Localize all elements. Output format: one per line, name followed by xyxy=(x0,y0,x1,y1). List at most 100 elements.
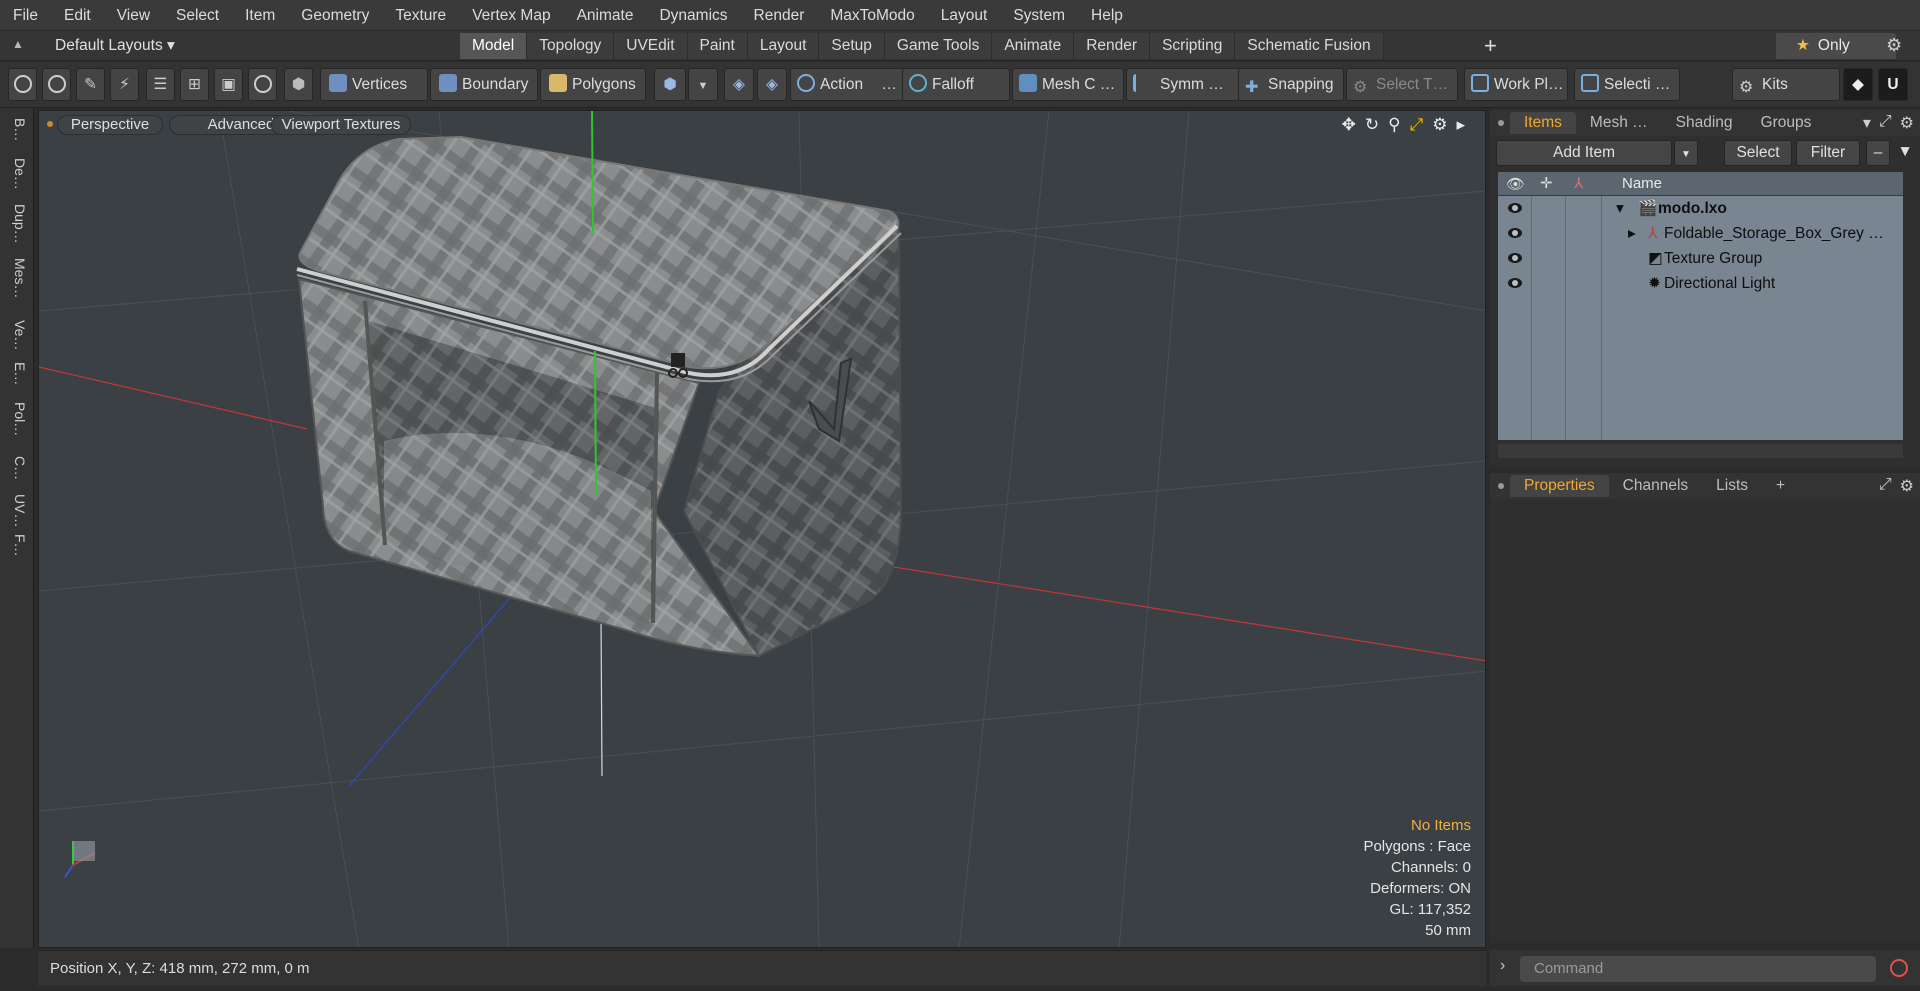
panel-gear-icon[interactable]: ⚙ xyxy=(1900,113,1914,133)
tab-model[interactable]: Model xyxy=(460,33,528,59)
menu-texture[interactable]: Texture xyxy=(382,0,459,31)
work-plane-button[interactable]: Work Pl… xyxy=(1464,68,1568,101)
grid-button[interactable]: ⊞ xyxy=(180,68,209,101)
strip-tab-fusion[interactable]: F… xyxy=(6,534,28,557)
tab-uvedit[interactable]: UVEdit xyxy=(614,33,688,59)
item-mode-button[interactable]: ⬢ xyxy=(654,68,686,101)
type-column-icon[interactable]: ⅄ xyxy=(1574,174,1583,192)
collapse-list-button[interactable]: – xyxy=(1866,140,1890,166)
polygons-button[interactable]: Polygons xyxy=(540,68,646,101)
menu-select[interactable]: Select xyxy=(163,0,232,31)
globe-button[interactable] xyxy=(42,68,71,101)
expand-scene-icon[interactable]: ▾ xyxy=(1616,196,1624,221)
tab-lists[interactable]: Lists xyxy=(1702,475,1762,497)
menu-geometry[interactable]: Geometry xyxy=(288,0,382,31)
add-item-dropdown[interactable]: ▼ xyxy=(1674,140,1698,166)
command-input[interactable]: Command xyxy=(1520,956,1876,982)
menu-item[interactable]: Item xyxy=(232,0,288,31)
gear-icon[interactable]: ⚙ xyxy=(1886,35,1902,56)
tab-render[interactable]: Render xyxy=(1074,33,1151,59)
symmetry-button[interactable]: Symm … xyxy=(1126,68,1240,101)
arc-button[interactable] xyxy=(248,68,277,101)
menu-maxtomodo[interactable]: MaxToModo xyxy=(817,0,927,31)
default-layouts-dropdown[interactable]: Default Layouts ▾ xyxy=(55,31,175,61)
tab-channels[interactable]: Channels xyxy=(1609,475,1703,497)
panel-menu-dot[interactable] xyxy=(1498,483,1504,489)
select-through-button[interactable]: ⚙ Select T… xyxy=(1346,68,1458,101)
maximize-icon[interactable]: ⤢ xyxy=(1410,115,1424,135)
strip-tab-duplicate[interactable]: Dup… xyxy=(6,204,28,244)
eye-icon[interactable] xyxy=(1508,228,1522,238)
mesh-constraint-button[interactable]: Mesh C … xyxy=(1012,68,1124,101)
strip-tab-mesh[interactable]: Mes… xyxy=(6,258,28,298)
only-button[interactable]: ★ Only xyxy=(1776,33,1896,59)
tab-topology[interactable]: Topology xyxy=(527,33,615,59)
vertices-button[interactable]: Vertices xyxy=(320,68,428,101)
menu-help[interactable]: Help xyxy=(1078,0,1136,31)
select-button[interactable]: Select xyxy=(1724,140,1792,166)
shield-button[interactable]: ◈ xyxy=(724,68,754,101)
menu-edit[interactable]: Edit xyxy=(51,0,104,31)
zoom-icon[interactable]: ⚲ xyxy=(1388,115,1400,135)
record-macro-icon[interactable] xyxy=(1890,959,1908,977)
strip-tab-b[interactable]: B… xyxy=(6,118,28,141)
strip-tab-curve[interactable]: C… xyxy=(6,456,28,480)
strip-tab-edge[interactable]: E… xyxy=(6,362,28,385)
chevron-down-icon[interactable]: ▾ xyxy=(1863,113,1871,133)
eye-icon[interactable] xyxy=(1508,253,1522,263)
select-mode-button[interactable] xyxy=(8,68,37,101)
boundary-button[interactable]: Boundary xyxy=(430,68,538,101)
brush-button[interactable]: ⚡ xyxy=(110,68,139,101)
strip-tab-vertex[interactable]: Ve… xyxy=(6,320,28,350)
add-item-button[interactable]: Add Item xyxy=(1496,140,1672,166)
menu-system[interactable]: System xyxy=(1000,0,1078,31)
tab-setup[interactable]: Setup xyxy=(819,33,885,59)
rotate-icon[interactable]: ↻ xyxy=(1365,115,1379,135)
menu-render[interactable]: Render xyxy=(741,0,818,31)
tab-schematic-fusion[interactable]: Schematic Fusion xyxy=(1235,33,1384,59)
kits-button[interactable]: ⚙ Kits xyxy=(1732,68,1840,101)
tab-scripting[interactable]: Scripting xyxy=(1150,33,1236,59)
cube-button[interactable]: ⬢ xyxy=(284,68,313,101)
tree-row-texture-group[interactable]: ◩ Texture Group xyxy=(1498,246,1903,271)
tab-layout[interactable]: Layout xyxy=(747,33,820,59)
expand-mesh-icon[interactable]: ▸ xyxy=(1628,221,1636,246)
tab-groups[interactable]: Groups xyxy=(1747,112,1826,134)
add-tab-icon[interactable]: + xyxy=(1484,31,1497,61)
strip-tab-deform[interactable]: De… xyxy=(6,158,28,190)
layers-button[interactable]: ☰ xyxy=(146,68,175,101)
shield-alt-button[interactable]: ◈ xyxy=(757,68,787,101)
viewport-textures-dropdown[interactable]: Viewport Textures xyxy=(271,115,411,135)
snapping-button[interactable]: ✚ Snapping xyxy=(1238,68,1344,101)
menu-animate[interactable]: Animate xyxy=(564,0,647,31)
tab-properties[interactable]: Properties xyxy=(1510,475,1609,497)
menu-layout[interactable]: Layout xyxy=(928,0,1001,31)
tree-row-mesh[interactable]: ▸ ⅄ Foldable_Storage_Box_Grey … xyxy=(1498,221,1903,246)
strip-tab-uv[interactable]: UV… xyxy=(6,494,28,527)
tree-row-scene[interactable]: ▾ 🎬 modo.lxo xyxy=(1498,196,1903,221)
tab-paint[interactable]: Paint xyxy=(687,33,748,59)
tab-shading[interactable]: Shading xyxy=(1662,112,1747,134)
menu-dynamics[interactable]: Dynamics xyxy=(646,0,740,31)
frame-button[interactable]: ▣ xyxy=(214,68,243,101)
eye-icon[interactable] xyxy=(1508,278,1522,288)
expand-panel-icon[interactable]: ⤢ xyxy=(1879,476,1892,496)
3d-viewport[interactable]: Perspective Advanced Viewport Textures ✥… xyxy=(38,110,1486,948)
tab-items[interactable]: Items xyxy=(1510,112,1576,134)
pen-button[interactable]: ✎ xyxy=(76,68,105,101)
unreal-button[interactable]: U xyxy=(1878,68,1908,101)
name-column-header[interactable]: Name xyxy=(1622,175,1662,192)
mode-dropdown[interactable]: ▼ xyxy=(688,68,718,101)
panel-gear-icon[interactable]: ⚙ xyxy=(1900,476,1914,496)
tab-animate[interactable]: Animate xyxy=(992,33,1075,59)
add-tab-icon[interactable]: + xyxy=(1762,475,1799,497)
expand-right-icon[interactable]: ▸ xyxy=(1456,115,1465,135)
menu-file[interactable]: File xyxy=(0,0,51,31)
filter-button[interactable]: Filter xyxy=(1796,140,1860,166)
action-center-button[interactable]: Action … xyxy=(790,68,908,101)
strip-tab-polygon[interactable]: Pol… xyxy=(6,402,28,436)
visibility-column-icon[interactable]: 👁 xyxy=(1506,175,1525,193)
menu-vertex-map[interactable]: Vertex Map xyxy=(459,0,563,31)
eye-icon[interactable] xyxy=(1508,203,1522,213)
command-history-icon[interactable]: › xyxy=(1500,957,1505,975)
